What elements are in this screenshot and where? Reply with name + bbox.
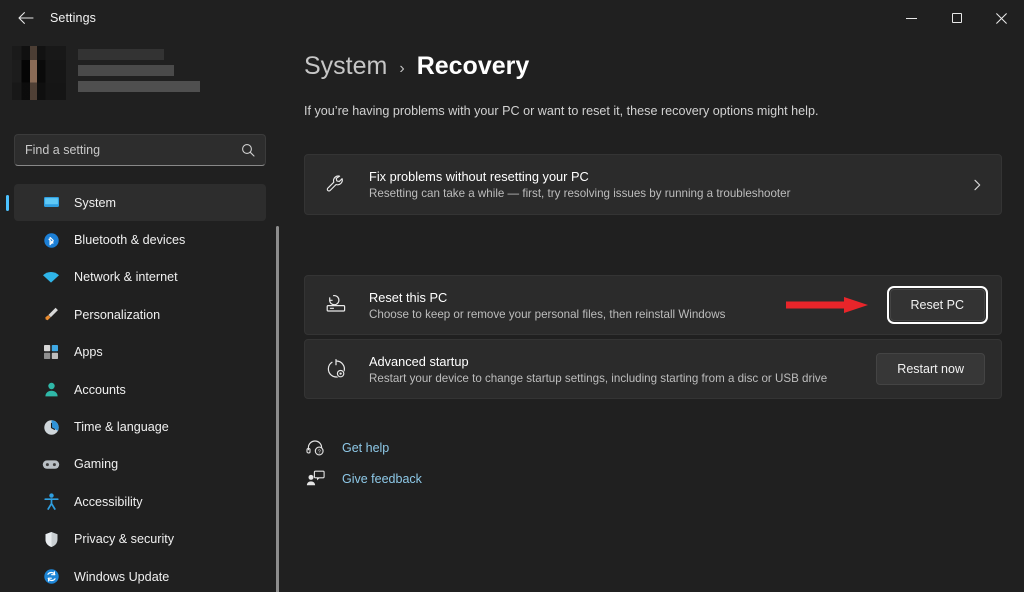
update-refresh-icon: [42, 568, 60, 586]
sidebar-item-gaming[interactable]: Gaming: [14, 446, 266, 483]
back-button[interactable]: [10, 2, 42, 34]
sidebar: System Bluetooth & devices: [0, 36, 278, 592]
sidebar-item-label: Accounts: [74, 383, 126, 397]
reset-this-pc-row: Reset this PC Choose to keep or remove y…: [304, 275, 1002, 335]
sidebar-item-label: Accessibility: [74, 495, 143, 509]
link-label: Get help: [342, 441, 389, 455]
paintbrush-icon: [42, 306, 60, 324]
option-title: Advanced startup: [369, 354, 876, 369]
page-description: If you’re having problems with your PC o…: [304, 104, 819, 118]
sidebar-item-label: Time & language: [74, 420, 169, 434]
help-headset-icon: ?: [304, 437, 326, 459]
sidebar-item-privacy-security[interactable]: Privacy & security: [14, 521, 266, 558]
sidebar-scrollbar[interactable]: [276, 226, 279, 592]
sidebar-item-accounts[interactable]: Accounts: [14, 371, 266, 408]
sidebar-item-network-internet[interactable]: Network & internet: [14, 259, 266, 296]
chevron-right-icon[interactable]: [971, 179, 985, 191]
window-controls: [889, 0, 1024, 36]
search-icon: [241, 143, 255, 157]
sidebar-item-label: Gaming: [74, 457, 118, 471]
advanced-startup-row: Advanced startup Restart your device to …: [304, 339, 1002, 399]
clock-icon: [42, 418, 60, 436]
settings-window: Settings: [0, 0, 1024, 592]
card-subtitle: Resetting can take a while — first, try …: [369, 187, 971, 200]
give-feedback-link[interactable]: Give feedback: [304, 463, 422, 494]
close-button[interactable]: [979, 0, 1024, 36]
option-subtitle: Restart your device to change startup se…: [369, 372, 876, 385]
accessibility-icon: [42, 493, 60, 511]
search-box[interactable]: [14, 134, 266, 166]
sidebar-item-bluetooth-devices[interactable]: Bluetooth & devices: [14, 221, 266, 258]
card-title: Fix problems without resetting your PC: [369, 169, 971, 184]
selection-indicator: [6, 195, 9, 211]
wifi-icon: [42, 268, 60, 286]
title-bar: Settings: [0, 0, 1024, 36]
gamepad-icon: [42, 455, 60, 473]
sidebar-nav: System Bluetooth & devices: [0, 184, 278, 592]
restart-now-button[interactable]: Restart now: [876, 353, 985, 385]
sidebar-item-time-language[interactable]: Time & language: [14, 408, 266, 445]
main-content: System › Recovery If you’re having probl…: [296, 36, 1024, 592]
option-title: Reset this PC: [369, 290, 890, 305]
option-subtitle: Choose to keep or remove your personal f…: [369, 308, 890, 321]
avatar: [12, 46, 66, 100]
app-title: Settings: [50, 11, 96, 25]
page-title: Recovery: [417, 52, 530, 81]
breadcrumb-parent[interactable]: System: [304, 52, 387, 81]
link-label: Give feedback: [342, 472, 422, 486]
sidebar-item-accessibility[interactable]: Accessibility: [14, 483, 266, 520]
reset-pc-button[interactable]: Reset PC: [890, 289, 986, 321]
sidebar-item-apps[interactable]: Apps: [14, 334, 266, 371]
sidebar-item-system[interactable]: System: [14, 184, 266, 221]
shield-icon: [42, 530, 60, 548]
person-icon: [42, 381, 60, 399]
minimize-button[interactable]: [889, 0, 934, 36]
maximize-button[interactable]: [934, 0, 979, 36]
user-profile[interactable]: [12, 45, 227, 101]
svg-text:?: ?: [317, 449, 320, 455]
reset-pc-icon: [321, 290, 351, 320]
monitor-icon: [42, 194, 60, 212]
user-name-redacted: [78, 49, 200, 97]
sidebar-item-label: Privacy & security: [74, 532, 174, 546]
breadcrumb: System › Recovery: [304, 52, 529, 81]
sidebar-item-windows-update[interactable]: Windows Update: [14, 558, 266, 592]
search-input[interactable]: [25, 143, 241, 157]
sidebar-item-label: Apps: [74, 345, 103, 359]
sidebar-item-label: Network & internet: [74, 270, 178, 284]
bluetooth-icon: [42, 231, 60, 249]
help-links: ? Get help Give feedback: [304, 432, 422, 494]
get-help-link[interactable]: ? Get help: [304, 432, 422, 463]
fix-problems-card[interactable]: Fix problems without resetting your PC R…: [304, 154, 1002, 215]
apps-grid-icon: [42, 343, 60, 361]
sidebar-item-label: Windows Update: [74, 570, 169, 584]
sidebar-item-label: System: [74, 196, 116, 210]
feedback-person-icon: [304, 468, 326, 490]
breadcrumb-separator-icon: ›: [399, 60, 404, 78]
wrench-icon: [321, 170, 351, 200]
power-gear-icon: [321, 354, 351, 384]
sidebar-item-label: Personalization: [74, 308, 160, 322]
sidebar-item-label: Bluetooth & devices: [74, 233, 185, 247]
sidebar-item-personalization[interactable]: Personalization: [14, 296, 266, 333]
